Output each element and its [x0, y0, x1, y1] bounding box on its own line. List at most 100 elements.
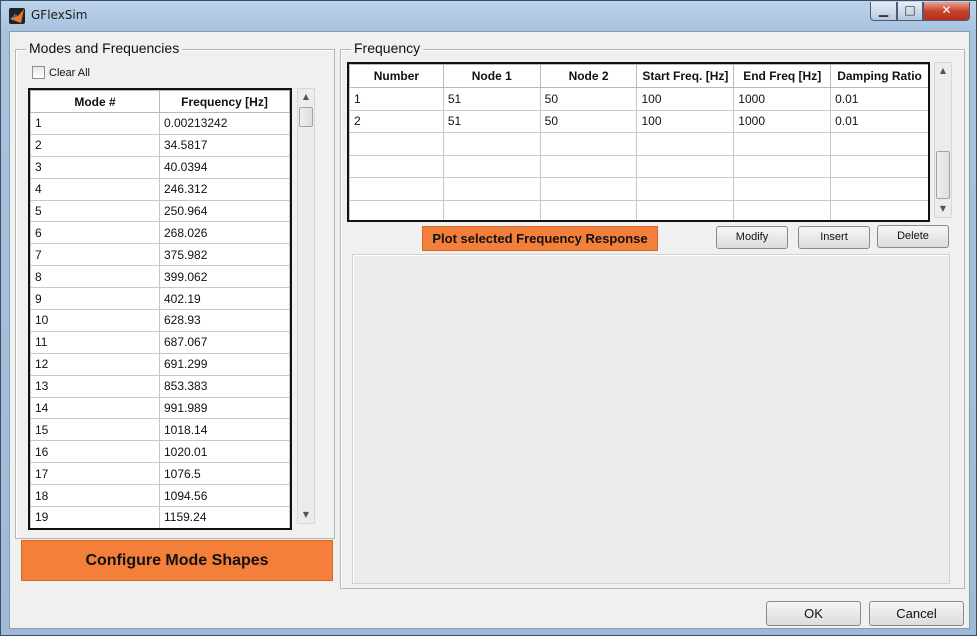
table-cell[interactable]: 100	[636, 109, 735, 133]
table-row[interactable]: 4 246.312	[30, 177, 290, 201]
delete-button[interactable]: Delete	[877, 225, 949, 248]
table-row[interactable]	[349, 154, 928, 178]
frequency-cell[interactable]: 687.067	[159, 330, 290, 354]
mode-number-cell[interactable]: 17	[30, 462, 160, 486]
frequency-cell[interactable]: 1020.01	[159, 440, 290, 464]
mode-number-cell[interactable]: 3	[30, 155, 160, 179]
frequency-cell[interactable]: 853.383	[159, 374, 290, 398]
table-row[interactable]: 19 1159.24	[30, 506, 290, 528]
table-cell[interactable]	[349, 177, 444, 201]
table-cell[interactable]: 1000	[733, 87, 832, 111]
table-row[interactable]: 17 1076.5	[30, 462, 290, 486]
table-cell[interactable]	[539, 199, 638, 220]
frequency-cell[interactable]: 1018.14	[159, 418, 290, 442]
column-header-frequency[interactable]: Frequency [Hz]	[159, 90, 290, 113]
frequency-cell[interactable]: 375.982	[159, 243, 290, 267]
table-cell[interactable]: 51	[442, 87, 541, 111]
table-cell[interactable]: 0.01	[830, 109, 928, 133]
table-row[interactable]: 1 51 50 100 1000 0.01	[349, 87, 928, 111]
table-cell[interactable]: 1	[349, 87, 444, 111]
frequency-cell[interactable]: 1076.5	[159, 462, 290, 486]
column-header-node-2[interactable]: Node 2	[539, 64, 638, 88]
table-cell[interactable]	[539, 132, 638, 156]
table-cell[interactable]	[733, 154, 832, 178]
table-cell[interactable]	[636, 132, 735, 156]
mode-number-cell[interactable]: 5	[30, 199, 160, 223]
frequency-cell[interactable]: 40.0394	[159, 155, 290, 179]
configure-mode-shapes-button[interactable]: Configure Mode Shapes	[21, 540, 333, 581]
table-cell[interactable]	[830, 199, 928, 220]
table-cell[interactable]: 50	[539, 87, 638, 111]
close-button[interactable]: ✕	[923, 2, 970, 21]
table-row[interactable]	[349, 199, 928, 220]
column-header-end-freq[interactable]: End Freq [Hz]	[733, 64, 832, 88]
frequency-cell[interactable]: 628.93	[159, 309, 290, 332]
table-cell[interactable]	[830, 132, 928, 156]
scroll-thumb[interactable]	[299, 107, 313, 127]
mode-number-cell[interactable]: 13	[30, 374, 160, 398]
table-cell[interactable]	[733, 132, 832, 156]
clear-all-checkbox[interactable]	[32, 66, 45, 79]
frequency-response-plot-area[interactable]	[352, 254, 950, 584]
frequency-cell[interactable]: 691.299	[159, 352, 290, 376]
table-cell[interactable]	[636, 154, 735, 178]
table-row[interactable]: 18 1094.56	[30, 484, 290, 508]
insert-button[interactable]: Insert	[798, 226, 870, 249]
mode-number-cell[interactable]: 8	[30, 265, 160, 289]
scroll-thumb[interactable]	[936, 151, 950, 199]
table-cell[interactable]	[442, 154, 541, 178]
table-row[interactable]: 2 51 50 100 1000 0.01	[349, 109, 928, 133]
table-cell[interactable]: 51	[442, 109, 541, 133]
table-row[interactable]: 15 1018.14	[30, 418, 290, 442]
table-cell[interactable]	[830, 154, 928, 178]
scroll-up-arrow-icon[interactable]: ▲	[935, 63, 951, 79]
plot-frequency-response-button[interactable]: Plot selected Frequency Response	[422, 226, 658, 251]
frequency-cell[interactable]: 1159.24	[159, 506, 290, 528]
table-row[interactable]	[349, 177, 928, 201]
mode-number-cell[interactable]: 10	[30, 309, 160, 332]
table-row[interactable]: 16 1020.01	[30, 440, 290, 464]
maximize-button[interactable]: □	[897, 2, 923, 21]
table-cell[interactable]	[349, 154, 444, 178]
table-row[interactable]: 8 399.062	[30, 265, 290, 289]
column-header-number[interactable]: Number	[349, 64, 444, 88]
table-row[interactable]: 10 628.93	[30, 309, 290, 332]
table-cell[interactable]	[636, 177, 735, 201]
cancel-button[interactable]: Cancel	[869, 601, 964, 626]
mode-number-cell[interactable]: 12	[30, 352, 160, 376]
mode-number-cell[interactable]: 15	[30, 418, 160, 442]
mode-number-cell[interactable]: 11	[30, 330, 160, 354]
ok-button[interactable]: OK	[766, 601, 861, 626]
table-cell[interactable]	[349, 132, 444, 156]
frequency-cell[interactable]: 268.026	[159, 221, 290, 245]
title-bar[interactable]: GFlexSim ▁ □ ✕	[1, 1, 976, 31]
table-cell[interactable]	[349, 199, 444, 220]
table-row[interactable]	[349, 132, 928, 156]
frequency-cell[interactable]: 0.00213242	[159, 112, 290, 135]
frequency-cell[interactable]: 246.312	[159, 177, 290, 201]
table-cell[interactable]: 50	[539, 109, 638, 133]
mode-number-cell[interactable]: 14	[30, 396, 160, 420]
frequency-cell[interactable]: 991.989	[159, 396, 290, 420]
table-cell[interactable]	[830, 177, 928, 201]
table-row[interactable]: 9 402.19	[30, 287, 290, 311]
table-row[interactable]: 11 687.067	[30, 330, 290, 354]
table-row[interactable]: 13 853.383	[30, 374, 290, 398]
mode-number-cell[interactable]: 1	[30, 112, 160, 135]
mode-number-cell[interactable]: 2	[30, 133, 160, 157]
clear-all-checkbox-row[interactable]: Clear All	[32, 66, 90, 79]
table-row[interactable]: 2 34.5817	[30, 133, 290, 157]
table-cell[interactable]	[539, 177, 638, 201]
scroll-down-arrow-icon[interactable]: ▼	[298, 507, 314, 523]
frequency-cell[interactable]: 402.19	[159, 287, 290, 311]
table-row[interactable]: 5 250.964	[30, 199, 290, 223]
column-header-mode[interactable]: Mode #	[30, 90, 160, 113]
table-cell[interactable]: 100	[636, 87, 735, 111]
mode-number-cell[interactable]: 9	[30, 287, 160, 311]
mode-number-cell[interactable]: 7	[30, 243, 160, 267]
table-row[interactable]: 1 0.00213242	[30, 112, 290, 135]
frequency-cell[interactable]: 399.062	[159, 265, 290, 289]
mode-number-cell[interactable]: 6	[30, 221, 160, 245]
modify-button[interactable]: Modify	[716, 226, 788, 249]
table-cell[interactable]	[442, 132, 541, 156]
